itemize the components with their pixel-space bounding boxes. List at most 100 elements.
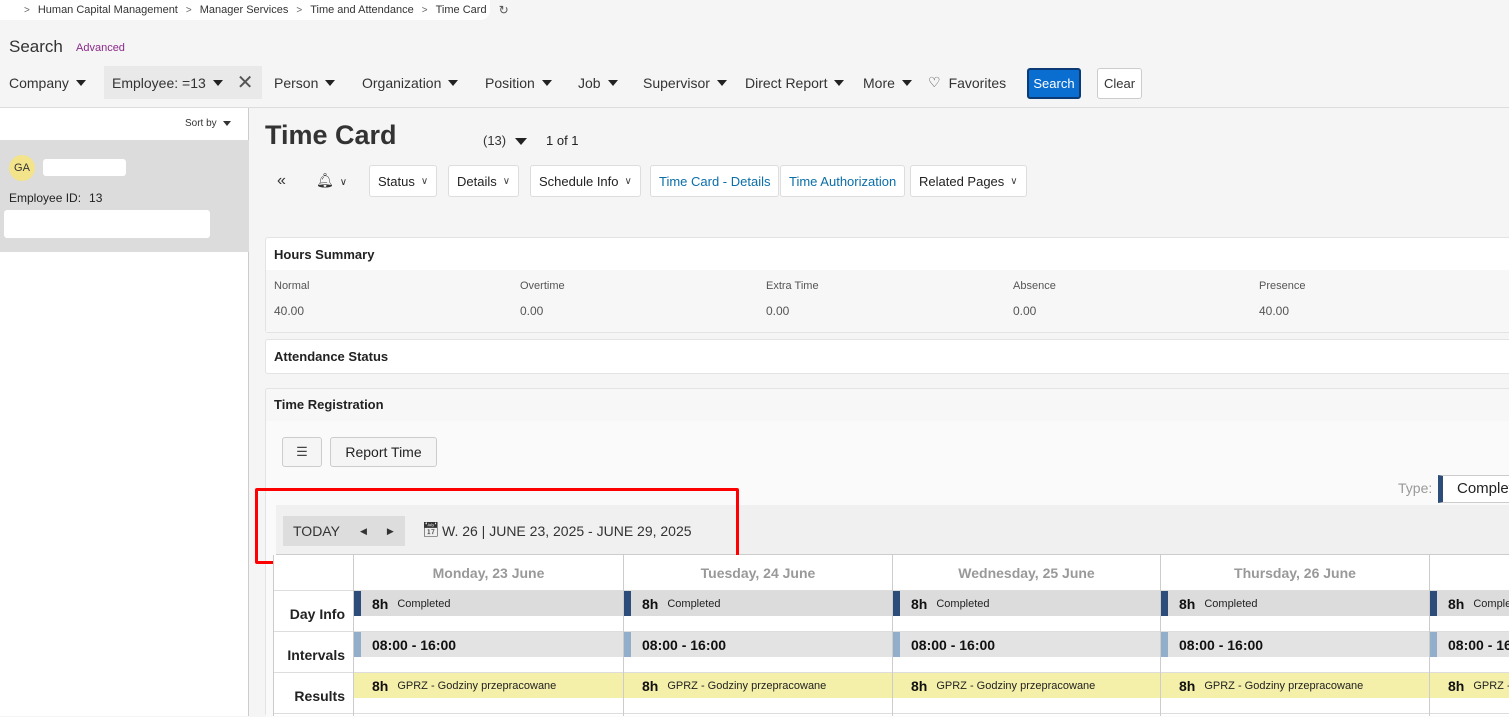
search-title: Search — [9, 37, 63, 56]
favorites-button[interactable]: ♡ Favorites — [928, 66, 1006, 99]
related-pages-dropdown[interactable]: Related Pages ∨ — [910, 165, 1027, 197]
caret-down-icon — [75, 79, 86, 86]
status-label: Status — [378, 173, 415, 189]
filter-organization[interactable]: Organization — [362, 66, 459, 99]
filter-direct-report[interactable]: Direct Report — [745, 66, 845, 99]
bell-icon[interactable]: 🔔︎ ∨ — [316, 172, 347, 189]
result-hours: 8h — [642, 677, 659, 694]
caret-down-icon — [325, 79, 336, 86]
interval-cell[interactable]: 08:00 - 16:00 — [893, 632, 1160, 657]
result-cell[interactable]: 8h GPRZ - Godziny przepracowane — [1430, 673, 1509, 698]
double-chevron-left-icon[interactable]: « — [277, 172, 286, 190]
day-info-cell[interactable]: 8h Completed — [893, 591, 1160, 616]
filter-label: Position — [485, 74, 535, 91]
interval-cell[interactable]: 08:00 - 16:00 — [1430, 632, 1509, 657]
time-authorization-link[interactable]: Time Authorization — [780, 165, 906, 197]
list-view-button[interactable]: ☰ — [282, 437, 322, 467]
filter-company[interactable]: Company — [9, 66, 86, 99]
calendar-icon[interactable]: 📅︎ — [422, 521, 440, 538]
report-time-button[interactable]: Report Time — [330, 437, 437, 467]
status-bar — [893, 591, 900, 616]
interval-cell[interactable]: 08:00 - 16:00 — [1161, 632, 1429, 657]
hs-value-normal: 40.00 — [274, 304, 305, 318]
employee-card[interactable]: GA Employee ID: 13 — [0, 140, 249, 252]
row-label-day-info: Day Info — [289, 606, 345, 622]
filter-label: Person — [274, 74, 319, 91]
chevron-right-icon: > — [421, 4, 428, 16]
result-hours: 8h — [911, 677, 928, 694]
result-cell[interactable]: 8h GPRZ - Godziny przepracowane — [893, 673, 1160, 698]
employee-list-panel: Sort by GA Employee ID: 13 — [0, 108, 249, 716]
day-status: Completed — [936, 597, 990, 610]
filter-supervisor[interactable]: Supervisor — [643, 66, 727, 99]
result-code: GPRZ - Godziny przepracowane — [936, 679, 1096, 692]
result-code: GPRZ - Godziny przepracowane — [667, 679, 827, 692]
day-info-cell[interactable]: 8h Completed — [1161, 591, 1429, 616]
advanced-search-link[interactable]: Advanced — [76, 42, 125, 54]
caret-down-icon — [541, 79, 552, 86]
caret-down-icon — [212, 79, 223, 86]
row-label-results: Results — [294, 688, 345, 704]
attendance-status-panel[interactable]: Attendance Status — [265, 339, 1509, 374]
close-icon[interactable]: ✕ — [237, 73, 254, 93]
schedule-info-label: Schedule Info — [539, 173, 619, 189]
interval-cell[interactable]: 08:00 - 16:00 — [354, 632, 623, 657]
filter-job[interactable]: Job — [578, 66, 618, 99]
result-cell[interactable]: 8h GPRZ - Godziny przepracowane — [624, 673, 892, 698]
hs-value-absence: 0.00 — [1013, 304, 1037, 318]
next-week-icon[interactable]: ▶ — [387, 526, 394, 537]
filter-person[interactable]: Person — [274, 66, 336, 99]
caret-down-icon[interactable] — [515, 138, 527, 145]
interval-time: 08:00 - 16:00 — [911, 636, 996, 653]
filter-more[interactable]: More — [863, 66, 912, 99]
refresh-icon[interactable]: ↻ — [499, 3, 509, 17]
filter-bar: Company Employee: =13 ✕ Person Organizati… — [0, 66, 1509, 100]
filter-label: Company — [9, 74, 69, 91]
hs-value-extra-time: 0.00 — [766, 304, 790, 318]
attendance-status-title: Attendance Status — [274, 349, 389, 364]
interval-bar — [1430, 632, 1437, 657]
caret-down-icon — [222, 121, 231, 126]
search-button[interactable]: Search — [1027, 68, 1081, 99]
clear-button[interactable]: Clear — [1097, 68, 1142, 99]
status-bar — [1161, 591, 1168, 616]
avatar: GA — [9, 155, 35, 181]
today-button[interactable]: TODAY — [293, 523, 340, 539]
filter-label: Job — [578, 74, 601, 91]
interval-bar — [893, 632, 900, 657]
day-info-cell[interactable]: 8h Completed — [1430, 591, 1509, 616]
schedule-info-dropdown[interactable]: Schedule Info ∨ — [530, 165, 641, 197]
result-cell[interactable]: 8h GPRZ - Godziny przepracowane — [354, 673, 623, 698]
filter-employee[interactable]: Employee: =13 ✕ — [104, 66, 262, 99]
time-card-details-link[interactable]: Time Card - Details — [650, 165, 780, 197]
week-range[interactable]: W. 26 | JUNE 23, 2025 - JUNE 29, 2025 — [442, 523, 692, 539]
result-hours: 8h — [372, 677, 389, 694]
breadcrumb-item-manager-services[interactable]: Manager Services — [200, 4, 289, 16]
prev-week-icon[interactable]: ◀ — [360, 526, 367, 537]
row-label-intervals: Intervals — [287, 647, 345, 663]
breadcrumb-item-time-attendance[interactable]: Time and Attendance — [310, 4, 414, 16]
day-info-cell[interactable]: 8h Completed — [354, 591, 623, 616]
record-count: (13) — [483, 133, 507, 148]
sort-by-dropdown[interactable]: Sort by — [185, 118, 231, 129]
breadcrumb-item-time-card: Time Card — [435, 4, 487, 16]
status-dropdown[interactable]: Status ∨ — [369, 165, 438, 197]
hours-summary-panel: Hours Summary Normal 40.00 Overtime 0.00… — [265, 237, 1509, 333]
details-dropdown[interactable]: Details ∨ — [448, 165, 520, 197]
result-code: GPRZ - Godziny przepracowane — [1204, 679, 1364, 692]
chevron-right-icon: > — [296, 4, 303, 16]
chevron-down-icon: ∨ — [624, 175, 632, 187]
breadcrumb-item-hcm[interactable]: Human Capital Management — [38, 4, 178, 16]
filter-position[interactable]: Position — [485, 66, 552, 99]
type-select[interactable]: Complete — [1438, 475, 1509, 503]
day-status: Completed — [1473, 597, 1509, 610]
interval-time: 08:00 - 16:00 — [372, 636, 457, 653]
hs-value-overtime: 0.00 — [520, 304, 544, 318]
day-status: Completed — [1204, 597, 1258, 610]
chevron-down-icon: ∨ — [502, 175, 511, 187]
day-info-cell[interactable]: 8h Completed — [624, 591, 892, 616]
result-cell[interactable]: 8h GPRZ - Godziny przepracowane — [1161, 673, 1429, 698]
day-hours: 8h — [1179, 595, 1196, 612]
interval-cell[interactable]: 08:00 - 16:00 — [624, 632, 892, 657]
page-title: Time Card — [265, 120, 397, 150]
